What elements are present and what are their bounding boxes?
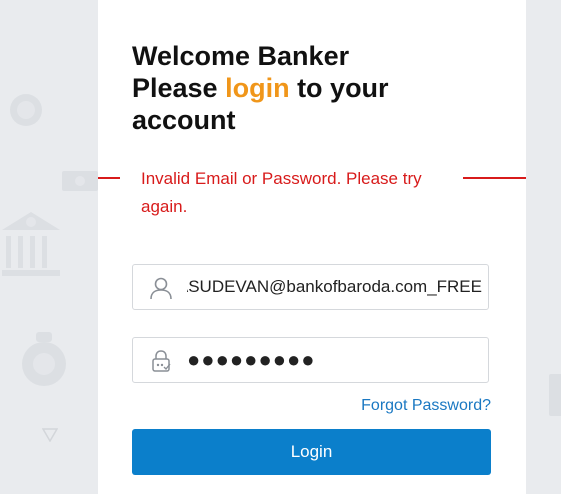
email-field[interactable] <box>132 264 489 310</box>
title-line-2: Please login to your <box>132 72 492 104</box>
background-coin-icon <box>10 94 42 126</box>
error-message: Invalid Email or Password. Please try ag… <box>141 169 422 216</box>
background-triangle-icon <box>42 428 58 442</box>
page-title: Welcome Banker Please login to your acco… <box>132 40 492 136</box>
email-input[interactable] <box>187 265 482 309</box>
password-field[interactable] <box>132 337 489 383</box>
background-moneybag-icon <box>22 332 66 386</box>
lock-icon <box>152 350 171 372</box>
user-icon <box>150 277 172 300</box>
forgot-password-link[interactable]: Forgot Password? <box>361 397 491 415</box>
password-input[interactable] <box>187 338 482 382</box>
background-banknote-icon <box>62 171 98 191</box>
background-card-icon <box>549 374 561 416</box>
login-card: Welcome Banker Please login to your acco… <box>98 0 526 494</box>
login-button[interactable]: Login <box>132 429 491 475</box>
title-line-1: Welcome Banker <box>132 41 350 71</box>
error-banner: Invalid Email or Password. Please try ag… <box>98 165 526 225</box>
title-line-3: account <box>132 105 236 135</box>
title-please: Please <box>132 73 226 103</box>
title-rest: to your <box>289 73 389 103</box>
error-divider-right <box>463 177 526 179</box>
error-divider-left <box>98 177 120 179</box>
background-bank-icon <box>2 212 60 276</box>
title-login-word: login <box>225 73 290 103</box>
